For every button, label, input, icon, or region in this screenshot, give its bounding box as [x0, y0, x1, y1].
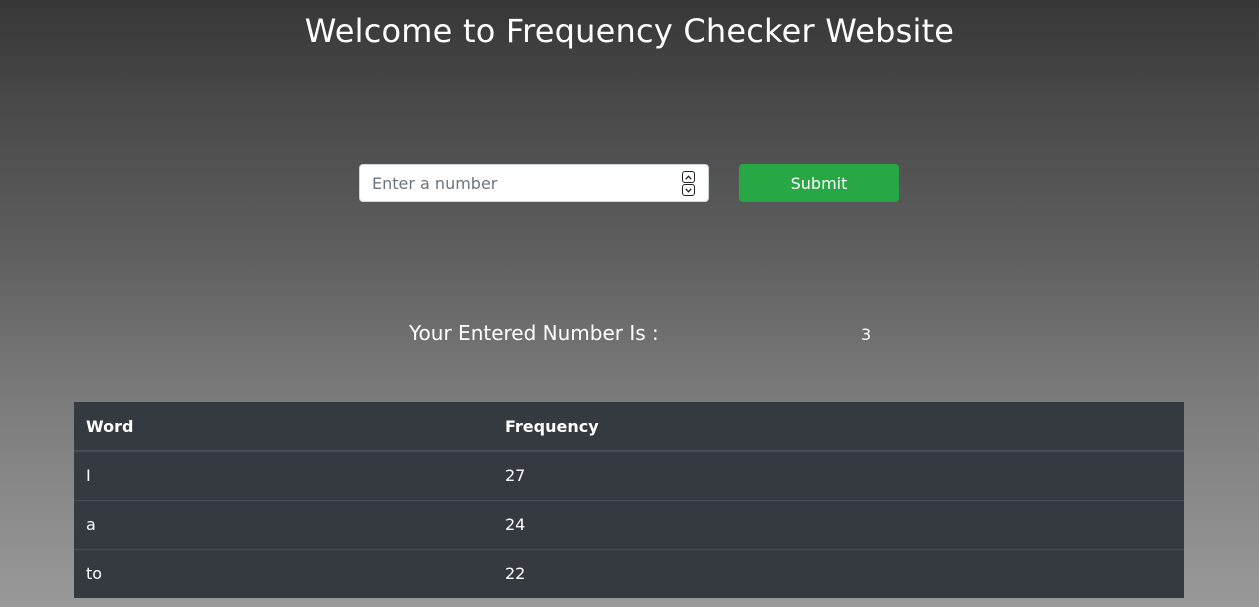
entered-number-value: 3	[861, 325, 872, 344]
column-header-word: Word	[74, 402, 493, 452]
frequency-cell: 27	[505, 466, 526, 486]
table-row: a 24	[74, 499, 1184, 549]
number-input[interactable]	[360, 165, 670, 201]
number-input-wrapper	[359, 164, 709, 202]
frequency-table: Word Frequency I 27 a 24 to 22	[74, 402, 1184, 598]
word-cell: a	[74, 499, 493, 549]
frequency-cell: 24	[493, 499, 1184, 549]
word-cell: I	[86, 466, 91, 486]
spinner-down-button[interactable]	[682, 184, 695, 196]
page-title: Welcome to Frequency Checker Website	[304, 12, 955, 50]
column-header-frequency: Frequency	[493, 402, 1184, 452]
spinner-up-button[interactable]	[682, 171, 695, 183]
entered-number-label: Your Entered Number Is :	[409, 321, 659, 345]
table-header-row: Word Frequency	[74, 402, 1184, 452]
frequency-cell: 22	[493, 548, 1184, 598]
number-spinner	[682, 171, 695, 196]
chevron-up-icon	[685, 174, 692, 180]
table-row: I 27	[74, 451, 1184, 500]
submit-button[interactable]: Submit	[739, 164, 899, 202]
table-row: to 22	[74, 548, 1184, 598]
word-cell: to	[74, 548, 493, 598]
chevron-down-icon	[685, 187, 692, 193]
